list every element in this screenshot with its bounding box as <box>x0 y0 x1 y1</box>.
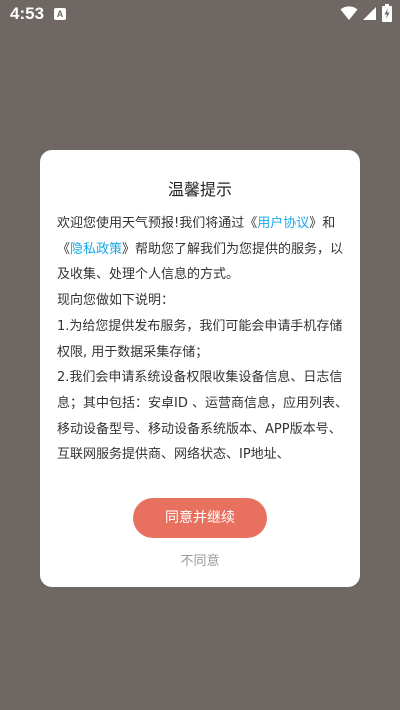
disagree-button[interactable]: 不同意 <box>40 550 360 569</box>
signal-icon <box>363 7 376 20</box>
status-time: 4:53 <box>10 4 45 23</box>
status-bar: 4:53 A <box>0 0 400 30</box>
explanation-heading: 现向您做如下说明： <box>57 293 175 309</box>
intro-paragraph: 欢迎您使用天气预报!我们将通过《用户协议》和《隐私政策》帮助您了解我们为您提供的… <box>57 211 349 288</box>
dialog-body[interactable]: 欢迎您使用天气预报!我们将通过《用户协议》和《隐私政策》帮助您了解我们为您提供的… <box>57 211 349 473</box>
agree-and-continue-button[interactable]: 同意并继续 <box>133 498 267 538</box>
screen: 4:53 A 温馨提示 欢迎您使用天气预报!我们将通过《用户协议》和《隐私政策》… <box>0 0 400 710</box>
notification-glyph: A <box>56 9 64 19</box>
notification-icon: A <box>54 8 66 20</box>
privacy-dialog: 温馨提示 欢迎您使用天气预报!我们将通过《用户协议》和《隐私政策》帮助您了解我们… <box>40 150 360 587</box>
dialog-title: 温馨提示 <box>167 180 232 199</box>
user-agreement-link[interactable]: 用户协议 <box>257 216 309 231</box>
intro-prefix: 欢迎您使用天气预报!我们将通过《 <box>57 216 258 231</box>
privacy-policy-link[interactable]: 隐私政策 <box>70 242 122 257</box>
storage-permission-text: 1.为给您提供发布服务，我们可能会申请手机存储权限, 用于数据采集存储； <box>57 318 343 360</box>
wifi-icon <box>340 6 358 20</box>
device-permission-text: 2.我们会申请系统设备权限收集设备信息、日志信息；其中包括：安卓ID 、运营商信… <box>57 370 348 463</box>
battery-charging-icon <box>382 4 392 22</box>
